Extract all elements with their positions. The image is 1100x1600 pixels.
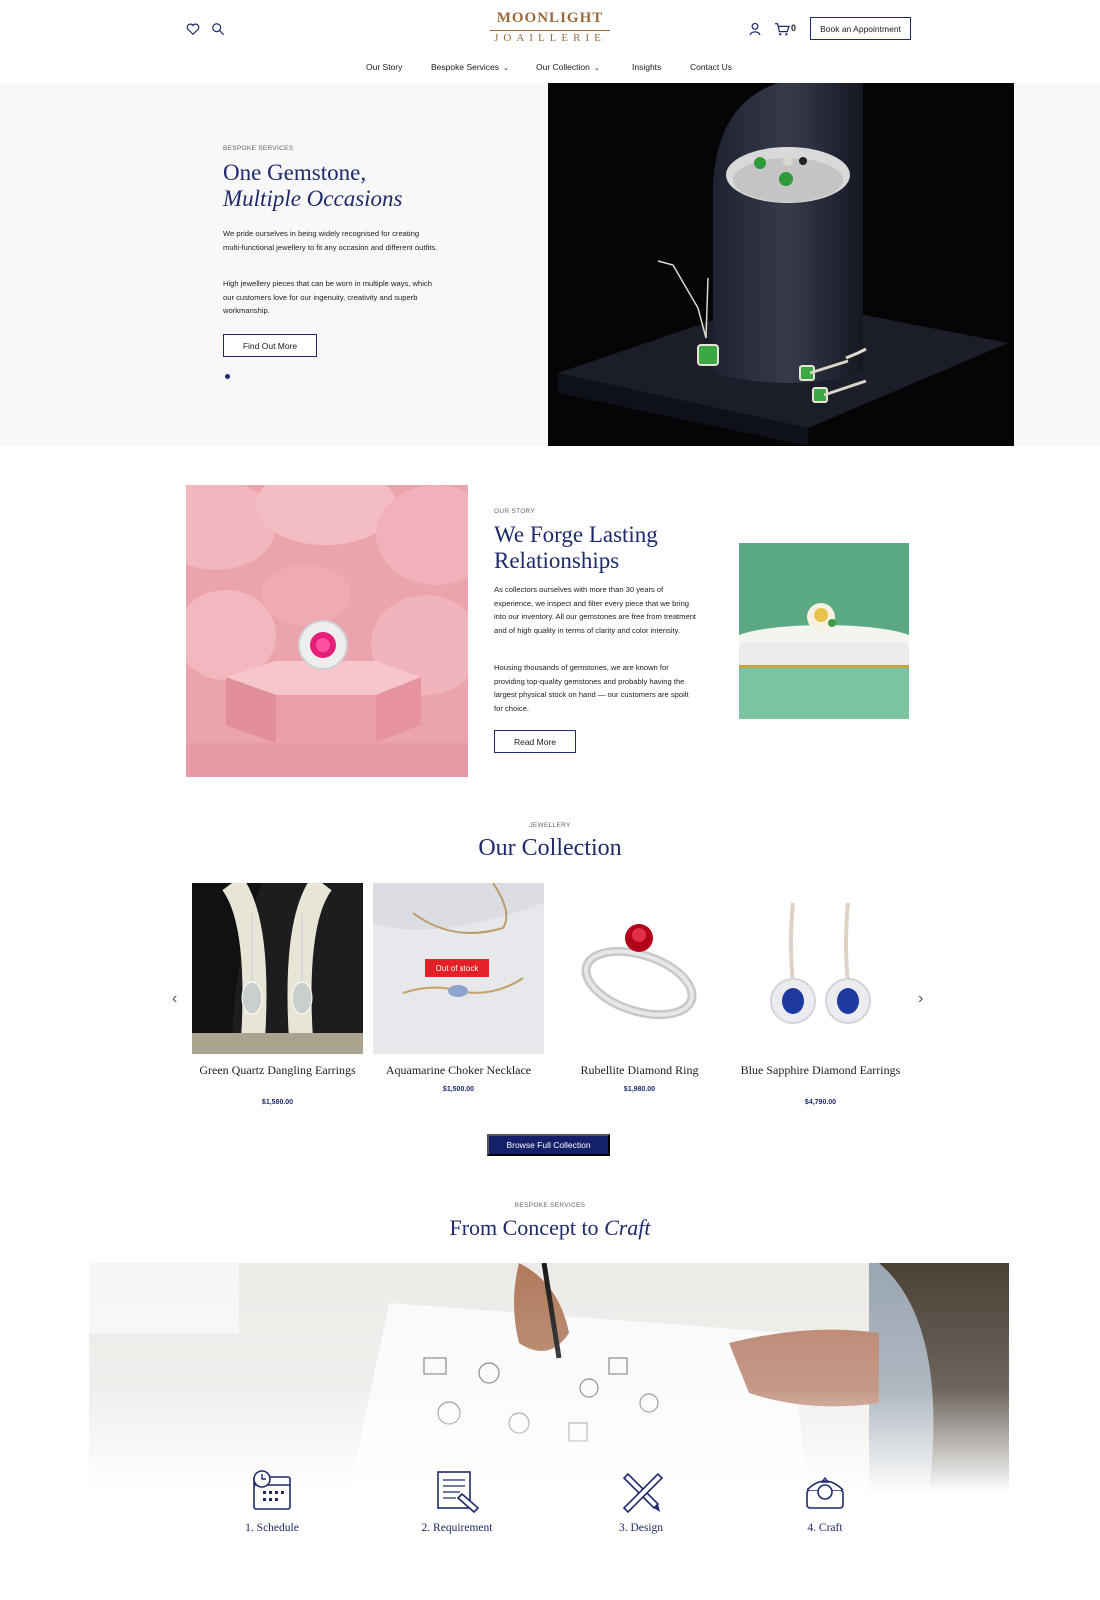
user-icon[interactable]: [748, 22, 762, 36]
story-paragraph-1: As collectors ourselves with more than 3…: [494, 585, 697, 635]
hero-paragraph-1: We pride ourselves in being widely recog…: [223, 229, 438, 252]
step-craft: 4. Craft: [807, 1522, 843, 1534]
logo-wordmark-top: MOONLIGHT: [496, 10, 604, 26]
bespoke-eyebrow: BESPOKE SERVICES: [514, 1202, 586, 1209]
bespoke-title: From Concept to Craft: [0, 1215, 1100, 1241]
nav-label: Bespoke Services: [431, 62, 500, 72]
collection-title: Our Collection: [478, 835, 622, 861]
nav-label: Our Collection: [536, 62, 590, 72]
nav-our-story[interactable]: Our Story: [366, 62, 402, 72]
bespoke-title-plain: From Concept to: [449, 1215, 599, 1240]
hero-title-line2: Multiple Occasions: [223, 186, 403, 211]
product-name[interactable]: Rubellite Diamond Ring: [554, 1064, 725, 1077]
browse-full-collection-button[interactable]: Browse Full Collection: [487, 1134, 610, 1156]
step-schedule: 1. Schedule: [245, 1522, 299, 1534]
cart-icon[interactable]: [774, 22, 790, 36]
green-backdrop-ring-image: [739, 543, 909, 719]
chevron-down-icon: ⌄: [593, 65, 600, 72]
nav-contact-us[interactable]: Contact Us: [690, 62, 732, 72]
carousel-dot[interactable]: [225, 374, 230, 379]
nav-our-collection[interactable]: Our Collection ⌄: [536, 62, 600, 72]
product-image-green-quartz[interactable]: [192, 883, 363, 1054]
product-price: $1,980.00: [623, 1086, 656, 1093]
chevron-down-icon: ⌄: [503, 65, 509, 72]
product-image-aquamarine[interactable]: Out of stock: [373, 883, 544, 1054]
search-icon[interactable]: [211, 22, 225, 36]
hero-jewellery-image: [548, 83, 1014, 446]
product-name[interactable]: Aquamarine Choker Necklace: [373, 1064, 544, 1077]
bespoke-title-italic: Craft: [604, 1215, 651, 1240]
hero-title-line1: One Gemstone,: [223, 160, 367, 185]
nav-label: Our Story: [366, 62, 403, 72]
story-eyebrow: OUR STORY: [494, 508, 536, 515]
carousel-next-arrow[interactable]: ›: [918, 990, 923, 1008]
hero-paragraph-2: High jewellery pieces that can be worn i…: [223, 279, 432, 316]
hero-eyebrow: BESPOKE SERVICES: [223, 145, 294, 152]
pencil-ruler-icon: [622, 1472, 664, 1514]
product-name[interactable]: Blue Sapphire Diamond Earrings: [735, 1064, 906, 1077]
story-title-line2: Relationships: [494, 548, 620, 573]
nav-insights[interactable]: Insights: [632, 62, 661, 72]
product-price: $4,790.00: [804, 1099, 837, 1106]
ring-box-icon: [806, 1476, 844, 1509]
nav-label: Insights: [632, 62, 662, 72]
step-design: 3. Design: [618, 1522, 664, 1534]
product-name[interactable]: Green Quartz Dangling Earrings: [192, 1064, 363, 1077]
book-appointment-button[interactable]: Book an Appointment: [810, 17, 911, 40]
cart-count: 0: [791, 23, 797, 33]
out-of-stock-badge: Out of stock: [425, 959, 489, 977]
document-pen-icon: [437, 1471, 480, 1514]
logo-divider: [490, 30, 610, 31]
step-requirement: 2. Requirement: [421, 1522, 493, 1534]
story-title-line1: We Forge Lasting: [494, 522, 658, 547]
logo-wordmark-bottom: JOAILLERIE: [494, 32, 606, 44]
calendar-clock-icon: [253, 1470, 291, 1510]
collection-eyebrow: JEWELLERY: [529, 822, 571, 829]
product-image-blue-sapphire[interactable]: [735, 883, 906, 1054]
find-out-more-button[interactable]: Find Out More: [223, 334, 317, 357]
heart-icon[interactable]: [186, 22, 200, 36]
pink-ruby-ring-image: [186, 485, 468, 777]
product-image-rubellite-ring[interactable]: [554, 883, 725, 1054]
product-price: $1,580.00: [261, 1099, 294, 1106]
nav-bespoke-services[interactable]: Bespoke Services ⌄: [431, 62, 509, 72]
sketching-hands-image: [89, 1263, 1009, 1493]
carousel-prev-arrow[interactable]: ‹: [172, 990, 177, 1008]
story-paragraph-2: Housing thousands of gemstones, we are k…: [494, 663, 689, 713]
read-more-button[interactable]: Read More: [494, 730, 576, 753]
nav-label: Contact Us: [690, 62, 733, 72]
product-price: $1,500.00: [442, 1086, 475, 1093]
